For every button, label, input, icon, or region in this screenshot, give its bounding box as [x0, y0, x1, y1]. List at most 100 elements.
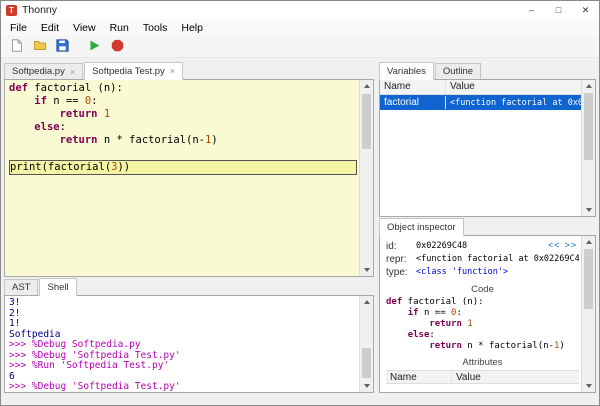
shell-scrollbar[interactable] — [359, 296, 373, 392]
variables-body: factorial<function factorial at 0x02269C… — [380, 95, 581, 110]
inspector-code: def factorial (n): if n == 0: return 1 e… — [386, 297, 579, 352]
attributes-header: NameValue — [386, 370, 579, 384]
tab-object-inspector[interactable]: Object inspector — [379, 218, 464, 236]
variables-panel: NameValue factorial<function factorial a… — [379, 79, 596, 217]
main-area: Softpedia.py×Softpedia Test.py× def fact… — [1, 58, 599, 405]
code-line: return 1 — [9, 108, 357, 121]
nav-back-button[interactable]: << — [548, 240, 561, 250]
variables-scrollbar[interactable] — [581, 80, 595, 216]
scroll-track[interactable] — [582, 92, 595, 204]
object-inspector-panel: << >> id:0x02269C48repr:<function factor… — [379, 235, 596, 393]
inspector-field: type:<class 'function'> — [386, 266, 579, 279]
scroll-thumb[interactable] — [362, 348, 371, 378]
scroll-up-icon[interactable] — [582, 236, 595, 248]
scroll-down-icon[interactable] — [582, 380, 595, 392]
run-script-button[interactable] — [84, 37, 105, 56]
code-line: print(factorial(3)) — [9, 160, 357, 175]
close-tab-icon[interactable]: × — [70, 67, 75, 77]
scroll-track[interactable] — [360, 308, 373, 380]
inspector-tab-bar: Object inspector — [379, 217, 596, 235]
tab-ast[interactable]: AST — [4, 279, 38, 295]
open-file-button[interactable] — [29, 37, 50, 56]
code-line: return 1 — [386, 319, 579, 330]
shell-line: >>> %Debug 'Softpedia Test.py' — [9, 382, 357, 393]
tab-label: Outline — [443, 66, 473, 77]
stop-button[interactable] — [107, 37, 128, 56]
maximize-button[interactable]: □ — [545, 1, 572, 19]
inspector-nav: << >> — [548, 240, 577, 250]
scroll-down-icon[interactable] — [360, 380, 373, 392]
code-line: else: — [386, 330, 579, 341]
code-line: def factorial (n): — [386, 297, 579, 308]
new-file-button[interactable] — [6, 37, 27, 56]
shell-tab-bar: AST Shell — [4, 277, 374, 295]
toolbar — [1, 36, 599, 58]
scroll-thumb[interactable] — [584, 93, 593, 160]
scroll-thumb[interactable] — [584, 249, 593, 308]
scroll-track[interactable] — [360, 92, 373, 264]
scroll-down-icon[interactable] — [582, 204, 595, 216]
stop-icon — [111, 39, 124, 55]
minimize-button[interactable]: – — [518, 1, 545, 19]
field-value: 0x02269C48 — [416, 240, 467, 253]
close-button[interactable]: ✕ — [572, 1, 599, 19]
save-icon — [56, 39, 69, 55]
side-panel-column: VariablesOutline NameValue factorial<fun… — [379, 61, 596, 393]
inspector-scrollbar[interactable] — [581, 236, 595, 392]
field-label: repr: — [386, 253, 416, 266]
save-file-button[interactable] — [52, 37, 73, 56]
open-folder-icon — [33, 39, 47, 55]
shell-output: 3!2!1!Softpedia>>> %Debug Softpedia.py>>… — [9, 298, 357, 393]
variable-row[interactable]: factorial<function factorial at 0x02269C… — [380, 95, 581, 110]
window-title: Thonny — [22, 4, 57, 16]
menu-item-view[interactable]: View — [66, 21, 103, 35]
field-label: id: — [386, 240, 416, 253]
editor-scrollbar[interactable] — [359, 80, 373, 276]
tab-label: Softpedia.py — [12, 66, 65, 77]
tab-softpedia-py[interactable]: Softpedia.py × — [4, 63, 83, 79]
run-icon — [88, 39, 101, 55]
scroll-down-icon[interactable] — [360, 264, 373, 276]
code-section-header: Code — [386, 284, 579, 295]
menu-item-help[interactable]: Help — [174, 21, 210, 35]
field-value[interactable]: <class 'function'> — [416, 266, 508, 279]
scroll-up-icon[interactable] — [582, 80, 595, 92]
editor-tab-bar: Softpedia.py×Softpedia Test.py× — [4, 61, 374, 79]
menu-bar: FileEditViewRunToolsHelp — [1, 19, 599, 36]
shell-line: >>> %Debug Softpedia.py — [9, 340, 357, 351]
tab-softpedia-test-py[interactable]: Softpedia Test.py× — [84, 62, 183, 80]
column-header: Name — [380, 80, 446, 94]
tab-shell[interactable]: Shell — [39, 278, 76, 296]
scroll-up-icon[interactable] — [360, 80, 373, 92]
variable-name: factorial — [380, 96, 446, 109]
title-bar[interactable]: T Thonny – □ ✕ — [1, 1, 599, 19]
app-icon: T — [6, 5, 17, 16]
menu-item-file[interactable]: File — [3, 21, 34, 35]
shell-line: >>> %Run 'Softpedia Test.py' — [9, 361, 357, 372]
menu-item-tools[interactable]: Tools — [136, 21, 175, 35]
menu-item-run[interactable]: Run — [103, 21, 136, 35]
code-line: if n == 0: — [9, 95, 357, 108]
inspector-field: repr:<function factorial at 0x02269C48> — [386, 253, 579, 266]
code-line: return n * factorial(n-1) — [386, 341, 579, 352]
editor-code: def factorial (n): if n == 0: return 1 e… — [9, 82, 357, 175]
thonny-window: T Thonny – □ ✕ FileEditViewRunToolsHelp … — [0, 0, 600, 406]
tab-label: AST — [12, 282, 30, 293]
scroll-up-icon[interactable] — [360, 296, 373, 308]
field-value: <function factorial at 0x02269C48> — [416, 253, 579, 266]
shell-line: 1! — [9, 319, 357, 330]
code-line: else: — [9, 121, 357, 134]
code-editor[interactable]: def factorial (n): if n == 0: return 1 e… — [4, 79, 374, 277]
nav-forward-button[interactable]: >> — [564, 240, 577, 250]
scroll-thumb[interactable] — [362, 94, 371, 149]
scroll-track[interactable] — [582, 248, 595, 380]
shell-panel[interactable]: 3!2!1!Softpedia>>> %Debug Softpedia.py>>… — [4, 295, 374, 393]
tab-label: Variables — [387, 66, 426, 77]
column-header: Name — [386, 371, 452, 383]
editor-column: Softpedia.py×Softpedia Test.py× def fact… — [4, 61, 374, 393]
tab-variables[interactable]: Variables — [379, 62, 434, 80]
tab-outline[interactable]: Outline — [435, 63, 481, 79]
close-tab-icon[interactable]: × — [170, 66, 175, 76]
column-header: Value — [446, 80, 581, 94]
menu-item-edit[interactable]: Edit — [34, 21, 66, 35]
